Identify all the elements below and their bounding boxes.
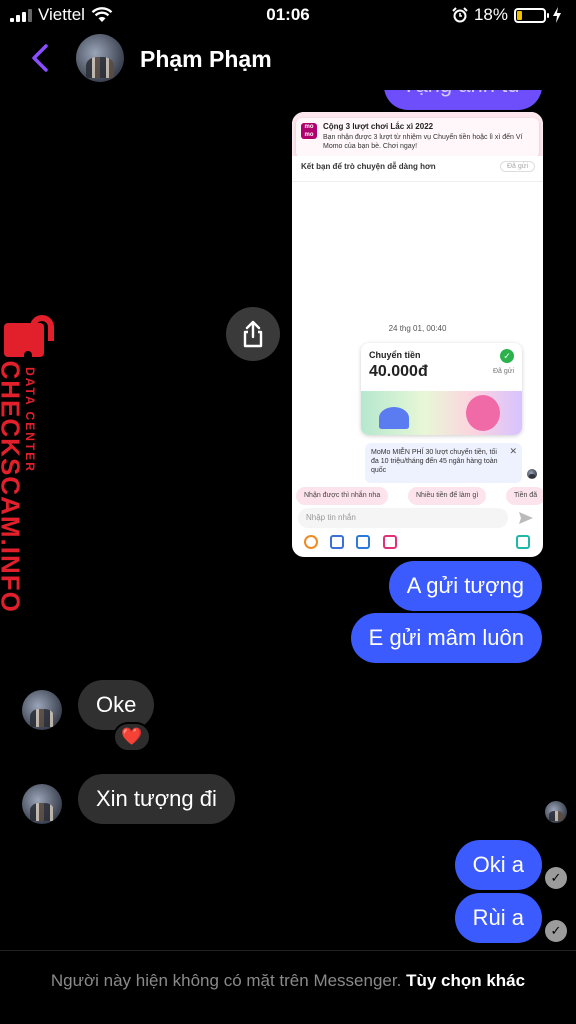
transfer-status: Đã gửi (492, 368, 514, 375)
notif-desc: Bạn nhận được 3 lượt từ nhiệm vụ Chuyển … (323, 134, 523, 150)
screenshot-topbar: mo mo Cộng 3 lượt chơi Lắc xì 2022 Bạn n… (292, 112, 543, 158)
status-bar: Viettel 01:06 18% (0, 0, 576, 30)
unavailable-notice: Người này hiện không có mặt trên Messeng… (0, 950, 576, 1024)
transfer-amount: 40.000đ (369, 363, 428, 380)
watermark: DATA CENTER CHECKSCAM.INFO (0, 305, 66, 613)
tool-icons (292, 535, 543, 551)
transfer-illustration (361, 391, 522, 435)
message-bubble-sent[interactable]: Oki a (454, 840, 542, 890)
chat-header: Phạm Phạm (0, 30, 576, 90)
seen-avatar (545, 801, 567, 823)
promo-banner: MoMo MIỄN PHÍ 30 lượt chuyển tiền, tối đ… (365, 443, 522, 483)
status-right: 18% (452, 5, 562, 25)
transfer-icon (356, 535, 370, 549)
friend-prompt: Kết bạn để trò chuyện dễ dàng hơn (301, 162, 436, 171)
share-icon (243, 320, 263, 348)
promo-text: MoMo MIỄN PHÍ 30 lượt chuyển tiền, tối đ… (371, 449, 498, 474)
shared-screenshot[interactable]: mo mo Cộng 3 lượt chơi Lắc xì 2022 Bạn n… (292, 112, 543, 557)
back-arrow-icon[interactable] (26, 40, 56, 76)
heart-reaction[interactable]: ❤️ (113, 722, 151, 752)
delivered-check-icon: ✓ (545, 920, 567, 942)
message-input: Nhập tin nhắn (298, 508, 508, 528)
charging-icon (553, 7, 561, 23)
message-bubble-sent[interactable]: A gửi tượng (388, 561, 542, 611)
quick-reply-chip: Nhiều tiền để làm gì (408, 487, 487, 505)
input-placeholder: Nhập tin nhắn (306, 513, 356, 522)
contact-name[interactable]: Phạm Phạm (140, 46, 272, 73)
more-options-link[interactable]: Tùy chọn khác (406, 971, 525, 990)
delivered-check-icon: ✓ (545, 867, 567, 889)
notif-title: Cộng 3 lượt chơi Lắc xì 2022 (323, 122, 434, 131)
watermark-brand: CHECKSCAM.INFO (0, 360, 26, 613)
quick-replies: Nhận được thì nhắn nha Nhiều tiền để làm… (296, 487, 543, 505)
message-bubble-received[interactable]: Oke (78, 680, 155, 730)
money-icon (304, 535, 318, 549)
send-icon (519, 512, 533, 524)
quick-reply-chip: Tiền đã (506, 487, 543, 505)
friend-prompt-row: Kết bạn để trò chuyện dễ dàng hơn Đã gửi (292, 156, 543, 182)
unavailable-text: Người này hiện không có mặt trên Messeng… (50, 971, 402, 990)
battery-fill (517, 10, 523, 20)
contact-avatar-small[interactable] (22, 784, 62, 824)
message-bubble-sent[interactable]: Rùi a (454, 893, 542, 943)
message-date: 24 thg 01, 00:40 (388, 324, 447, 333)
momo-notification: mo mo Cộng 3 lượt chơi Lắc xì 2022 Bạn n… (296, 118, 539, 158)
battery-percent: 18% (473, 5, 508, 24)
battery-icon (514, 7, 549, 23)
alarm-icon (452, 7, 468, 23)
quick-reply-chip: Nhận được thì nhắn nha (296, 487, 389, 505)
share-button[interactable] (226, 307, 280, 361)
image-icon (330, 535, 344, 549)
contact-avatar[interactable] (76, 34, 124, 82)
contact-avatar-small[interactable] (22, 690, 62, 730)
check-icon: ✓ (500, 349, 514, 363)
gift-icon (383, 535, 397, 549)
momo-logo: mo mo (301, 123, 317, 139)
mini-avatar (527, 469, 537, 479)
transfer-card: Chuyển tiền 40.000đ ✓ Đã gửi (361, 343, 522, 435)
close-icon: ✕ (509, 446, 517, 456)
message-bubble-sent[interactable]: E gửi mâm luôn (350, 613, 542, 663)
friend-status: Đã gửi (499, 161, 535, 172)
message-bubble-received[interactable]: Xin tượng đi (78, 774, 235, 824)
sticker-icon (516, 535, 530, 549)
transfer-label: Chuyển tiền (369, 350, 421, 360)
